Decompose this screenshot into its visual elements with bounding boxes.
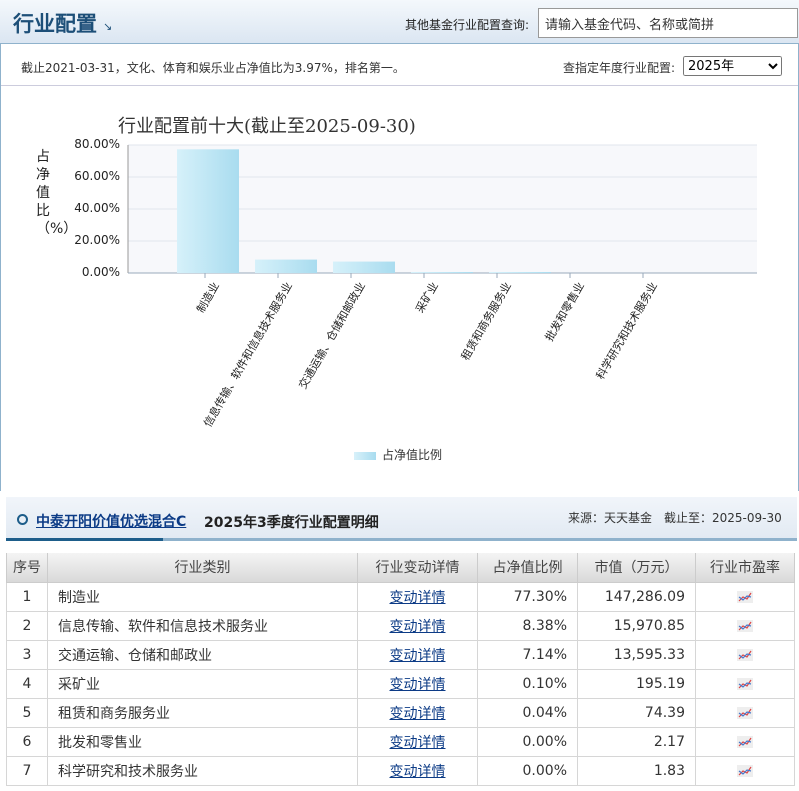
change-detail-link[interactable]: 变动详情 <box>390 706 446 722</box>
pe-chart-icon[interactable] <box>737 647 753 663</box>
change-detail-link[interactable]: 变动详情 <box>390 648 446 664</box>
legend-swatch <box>354 451 376 460</box>
row-index: 6 <box>6 726 48 757</box>
table-row: 7 科学研究和技术服务业 变动详情 0.00% 1.83 <box>6 755 795 786</box>
change-detail-link[interactable]: 变动详情 <box>390 590 446 606</box>
detail-section-header: 中泰开阳价值优选混合C 2025年3季度行业配置明细 来源：天天基金 截止至：2… <box>6 497 797 541</box>
col-header: 行业类别 <box>47 553 358 583</box>
industry-name: 交通运输、仓储和邮政业 <box>47 639 358 670</box>
row-index: 4 <box>6 668 48 699</box>
table-row: 3 交通运输、仓储和邮政业 变动详情 7.14% 13,595.33 <box>6 639 795 670</box>
industry-name: 制造业 <box>47 581 358 612</box>
industry-name: 科学研究和技术服务业 <box>47 755 358 786</box>
bar[interactable] <box>411 272 473 273</box>
col-header: 市值（万元） <box>577 553 696 583</box>
market-value: 147,286.09 <box>577 581 696 612</box>
market-value: 1.83 <box>577 755 696 786</box>
table-row: 5 租赁和商务服务业 变动详情 0.04% 74.39 <box>6 697 795 728</box>
source-text: 来源：天天基金 截止至：2025-09-30 <box>568 511 782 525</box>
market-value: 13,595.33 <box>577 639 696 670</box>
industry-name: 租赁和商务服务业 <box>47 697 358 728</box>
legend-label: 占净值比例 <box>382 448 443 462</box>
pe-chart-icon[interactable] <box>737 763 753 779</box>
pe-chart-icon[interactable] <box>737 618 753 634</box>
bar[interactable] <box>255 259 317 273</box>
table-row: 2 信息传输、软件和信息技术服务业 变动详情 8.38% 15,970.85 <box>6 610 795 641</box>
circle-bullet-icon <box>17 514 28 525</box>
pe-chart-icon[interactable] <box>737 705 753 721</box>
bar[interactable] <box>333 261 395 273</box>
change-detail-link[interactable]: 变动详情 <box>390 764 446 780</box>
change-detail-link[interactable]: 变动详情 <box>390 619 446 635</box>
net-value-ratio: 8.38% <box>477 610 578 641</box>
net-value-ratio: 0.10% <box>477 668 578 699</box>
market-value: 15,970.85 <box>577 610 696 641</box>
section-underline <box>6 538 163 541</box>
change-detail-link[interactable]: 变动详情 <box>390 677 446 693</box>
net-value-ratio: 0.00% <box>477 755 578 786</box>
net-value-ratio: 0.04% <box>477 697 578 728</box>
col-header: 序号 <box>6 553 48 583</box>
industry-name: 信息传输、软件和信息技术服务业 <box>47 610 358 641</box>
table-row: 1 制造业 变动详情 77.30% 147,286.09 <box>6 581 795 612</box>
industry-name: 批发和零售业 <box>47 726 358 757</box>
net-value-ratio: 0.00% <box>477 726 578 757</box>
bar[interactable] <box>177 149 239 273</box>
col-header: 行业变动详情 <box>357 553 478 583</box>
pe-chart-icon[interactable] <box>737 589 753 605</box>
section-subtitle: 2025年3季度行业配置明细 <box>204 515 379 531</box>
industry-name: 采矿业 <box>47 668 358 699</box>
net-value-ratio: 77.30% <box>477 581 578 612</box>
chart-legend: 占净值比例 <box>354 446 442 463</box>
bar[interactable] <box>489 272 551 273</box>
col-header: 行业市盈率 <box>695 553 795 583</box>
net-value-ratio: 7.14% <box>477 639 578 670</box>
fund-name-link[interactable]: 中泰开阳价值优选混合C <box>36 511 186 531</box>
market-value: 74.39 <box>577 697 696 728</box>
col-header: 占净值比例 <box>477 553 578 583</box>
row-index: 5 <box>6 697 48 728</box>
market-value: 195.19 <box>577 668 696 699</box>
row-index: 7 <box>6 755 48 786</box>
row-index: 1 <box>6 581 48 612</box>
pe-chart-icon[interactable] <box>737 734 753 750</box>
pe-chart-icon[interactable] <box>737 676 753 692</box>
industry-table: 序号 行业类别 行业变动详情 占净值比例 市值（万元） 行业市盈率 1 制造业 … <box>6 553 795 786</box>
market-value: 2.17 <box>577 726 696 757</box>
table-row: 4 采矿业 变动详情 0.10% 195.19 <box>6 668 795 699</box>
bar-chart <box>127 144 757 278</box>
row-index: 2 <box>6 610 48 641</box>
change-detail-link[interactable]: 变动详情 <box>390 735 446 751</box>
row-index: 3 <box>6 639 48 670</box>
table-row: 6 批发和零售业 变动详情 0.00% 2.17 <box>6 726 795 757</box>
